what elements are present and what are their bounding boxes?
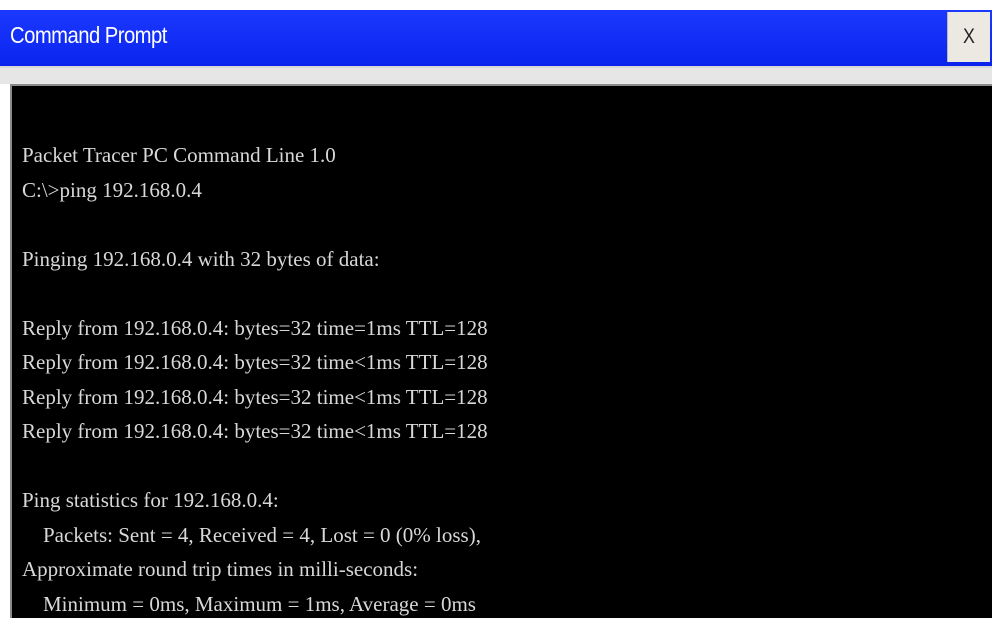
console-line: Reply from 192.168.0.4: bytes=32 time<1m… [22, 419, 488, 443]
console-line: Packets: Sent = 4, Received = 4, Lost = … [22, 522, 481, 547]
console-line: Reply from 192.168.0.4: bytes=32 time<1m… [22, 384, 488, 409]
close-icon: X [963, 25, 975, 48]
console-line: Approximate round trip times in milli-se… [22, 557, 419, 581]
console-line: Minimum = 0ms, Maximum = 1ms, Average = … [22, 591, 476, 616]
console-line: Reply from 192.168.0.4: bytes=32 time=1m… [22, 315, 488, 340]
window-title: Command Prompt [10, 22, 167, 48]
console-line: Ping statistics for 192.168.0.4: [22, 488, 279, 512]
title-bar[interactable]: Command Prompt X [0, 10, 992, 68]
close-button[interactable]: X [947, 12, 990, 62]
command-prompt-window: Command Prompt X Packet Tracer PC Comman… [0, 0, 992, 618]
console-line: Packet Tracer PC Command Line 1.0 [22, 143, 336, 167]
console-line: C:\>ping 192.168.0.4 [22, 177, 202, 202]
console-lines: Packet Tracer PC Command Line 1.0 C:\>pin… [22, 138, 488, 618]
console-line: Pinging 192.168.0.4 with 32 bytes of dat… [22, 246, 380, 271]
console-line: Reply from 192.168.0.4: bytes=32 time<1m… [22, 350, 488, 374]
window-frame-strip [0, 68, 992, 84]
console-output[interactable]: Packet Tracer PC Command Line 1.0 C:\>pin… [10, 84, 992, 618]
